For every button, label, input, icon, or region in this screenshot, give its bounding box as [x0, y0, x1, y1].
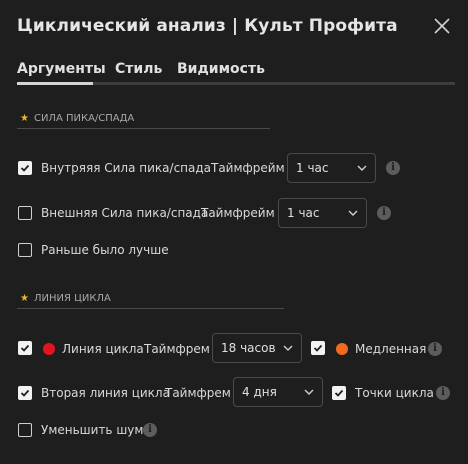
external-strength-label: Внешняя Сила пика/спада — [41, 206, 209, 220]
second-cycle-timeframe-select[interactable]: 4 дня — [233, 377, 323, 407]
slow-checkbox[interactable] — [311, 341, 325, 355]
cycle-points-checkbox[interactable] — [332, 386, 346, 400]
info-icon[interactable]: i — [143, 423, 157, 437]
cycle-line-timeframe-value: 18 часов — [221, 341, 276, 355]
tab-arguments[interactable]: Аргументы — [17, 61, 106, 77]
cycle-line-color-swatch[interactable] — [43, 343, 55, 355]
second-cycle-line-checkbox[interactable] — [18, 386, 32, 400]
chevron-down-icon — [304, 389, 314, 395]
internal-timeframe-select[interactable]: 1 час — [287, 153, 376, 183]
reduce-noise-checkbox[interactable] — [18, 423, 32, 437]
info-icon[interactable]: i — [436, 386, 450, 400]
internal-strength-label: Внутряяя Сила пика/спада — [41, 161, 212, 175]
external-timeframe-value: 1 час — [287, 206, 320, 220]
cycle-line-checkbox[interactable] — [18, 341, 32, 355]
external-timeframe-select[interactable]: 1 час — [278, 198, 367, 228]
star-icon: ★ — [20, 113, 29, 124]
internal-strength-checkbox[interactable] — [18, 161, 32, 175]
section-cycle-title: ЛИНИЯ ЦИКЛА — [33, 293, 111, 304]
cycle-line-timeframe-select[interactable]: 18 часов — [212, 333, 302, 363]
close-icon[interactable] — [432, 16, 452, 36]
check-icon — [334, 389, 344, 397]
cycle-points-label: Точки цикла — [355, 386, 434, 400]
tab-visibility[interactable]: Видимость — [177, 61, 265, 77]
check-icon — [20, 344, 30, 352]
chevron-down-icon — [348, 210, 358, 216]
section-peak-header: ★ СИЛА ПИКА/СПАДА — [20, 113, 134, 124]
slow-label: Медленная — [355, 342, 427, 356]
check-icon — [313, 344, 323, 352]
external-timeframe-label: Таймфрейм — [201, 206, 275, 220]
section-peak-title: СИЛА ПИКА/СПАДА — [33, 113, 135, 124]
reduce-noise-label: Уменьшить шум — [41, 423, 144, 437]
cycle-line-timeframe-label: Таймфрем — [144, 342, 210, 356]
cycle-line-label: Линия цикла — [62, 342, 144, 356]
tab-style[interactable]: Стиль — [115, 61, 162, 77]
second-cycle-line-label: Вторая линия цикла — [41, 386, 170, 400]
dialog-title: Циклический анализ | Культ Профита — [17, 16, 398, 36]
info-icon[interactable]: i — [386, 161, 400, 175]
section-cycle-header: ★ ЛИНИЯ ЦИКЛА — [20, 293, 111, 304]
earlier-better-checkbox[interactable] — [18, 243, 32, 257]
star-icon: ★ — [20, 293, 29, 304]
second-cycle-timeframe-value: 4 дня — [242, 385, 277, 399]
chevron-down-icon — [357, 165, 367, 171]
internal-timeframe-label: Таймфрейм — [211, 161, 285, 175]
slow-color-swatch[interactable] — [336, 343, 348, 355]
tab-active-indicator — [17, 82, 93, 85]
chevron-down-icon — [283, 345, 293, 351]
section-cycle-divider — [17, 308, 284, 309]
earlier-better-label: Раньше было лучше — [41, 243, 169, 257]
info-icon[interactable]: i — [428, 342, 442, 356]
external-strength-checkbox[interactable] — [18, 206, 32, 220]
info-icon[interactable]: i — [377, 206, 391, 220]
internal-timeframe-value: 1 час — [296, 161, 329, 175]
check-icon — [20, 164, 30, 172]
second-cycle-timeframe-label: Таймфрем — [165, 386, 231, 400]
section-peak-divider — [17, 128, 270, 129]
check-icon — [20, 389, 30, 397]
